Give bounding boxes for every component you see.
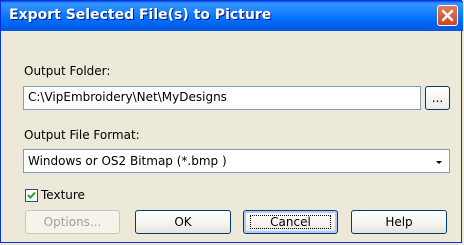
help-button[interactable]: Help [351, 210, 447, 234]
options-button[interactable]: Options... [25, 210, 120, 234]
output-format-label: Output File Format: [24, 128, 140, 142]
checkmark-icon [27, 191, 36, 199]
cancel-button[interactable]: Cancel [243, 210, 338, 234]
title-bar[interactable]: Export Selected File(s) to Picture [1, 1, 463, 31]
export-dialog: Export Selected File(s) to Picture Outpu… [0, 0, 463, 243]
texture-checkbox[interactable] [25, 189, 38, 202]
browse-button[interactable]: ... [425, 86, 450, 110]
close-button[interactable] [437, 5, 458, 26]
texture-label: Texture [41, 188, 85, 202]
output-format-value: Windows or OS2 Bitmap (*.bmp ) [28, 154, 227, 168]
focus-indicator [250, 215, 331, 229]
dropdown-arrow-icon [436, 161, 442, 164]
output-folder-label: Output Folder: [24, 64, 111, 78]
output-format-select[interactable]: Windows or OS2 Bitmap (*.bmp ) [23, 149, 450, 173]
output-folder-input[interactable]: C:\VipEmbroidery\Net\MyDesigns [23, 86, 421, 110]
close-x-icon [441, 9, 454, 22]
dialog-title: Export Selected File(s) to Picture [9, 7, 272, 23]
ok-button[interactable]: OK [135, 210, 231, 234]
